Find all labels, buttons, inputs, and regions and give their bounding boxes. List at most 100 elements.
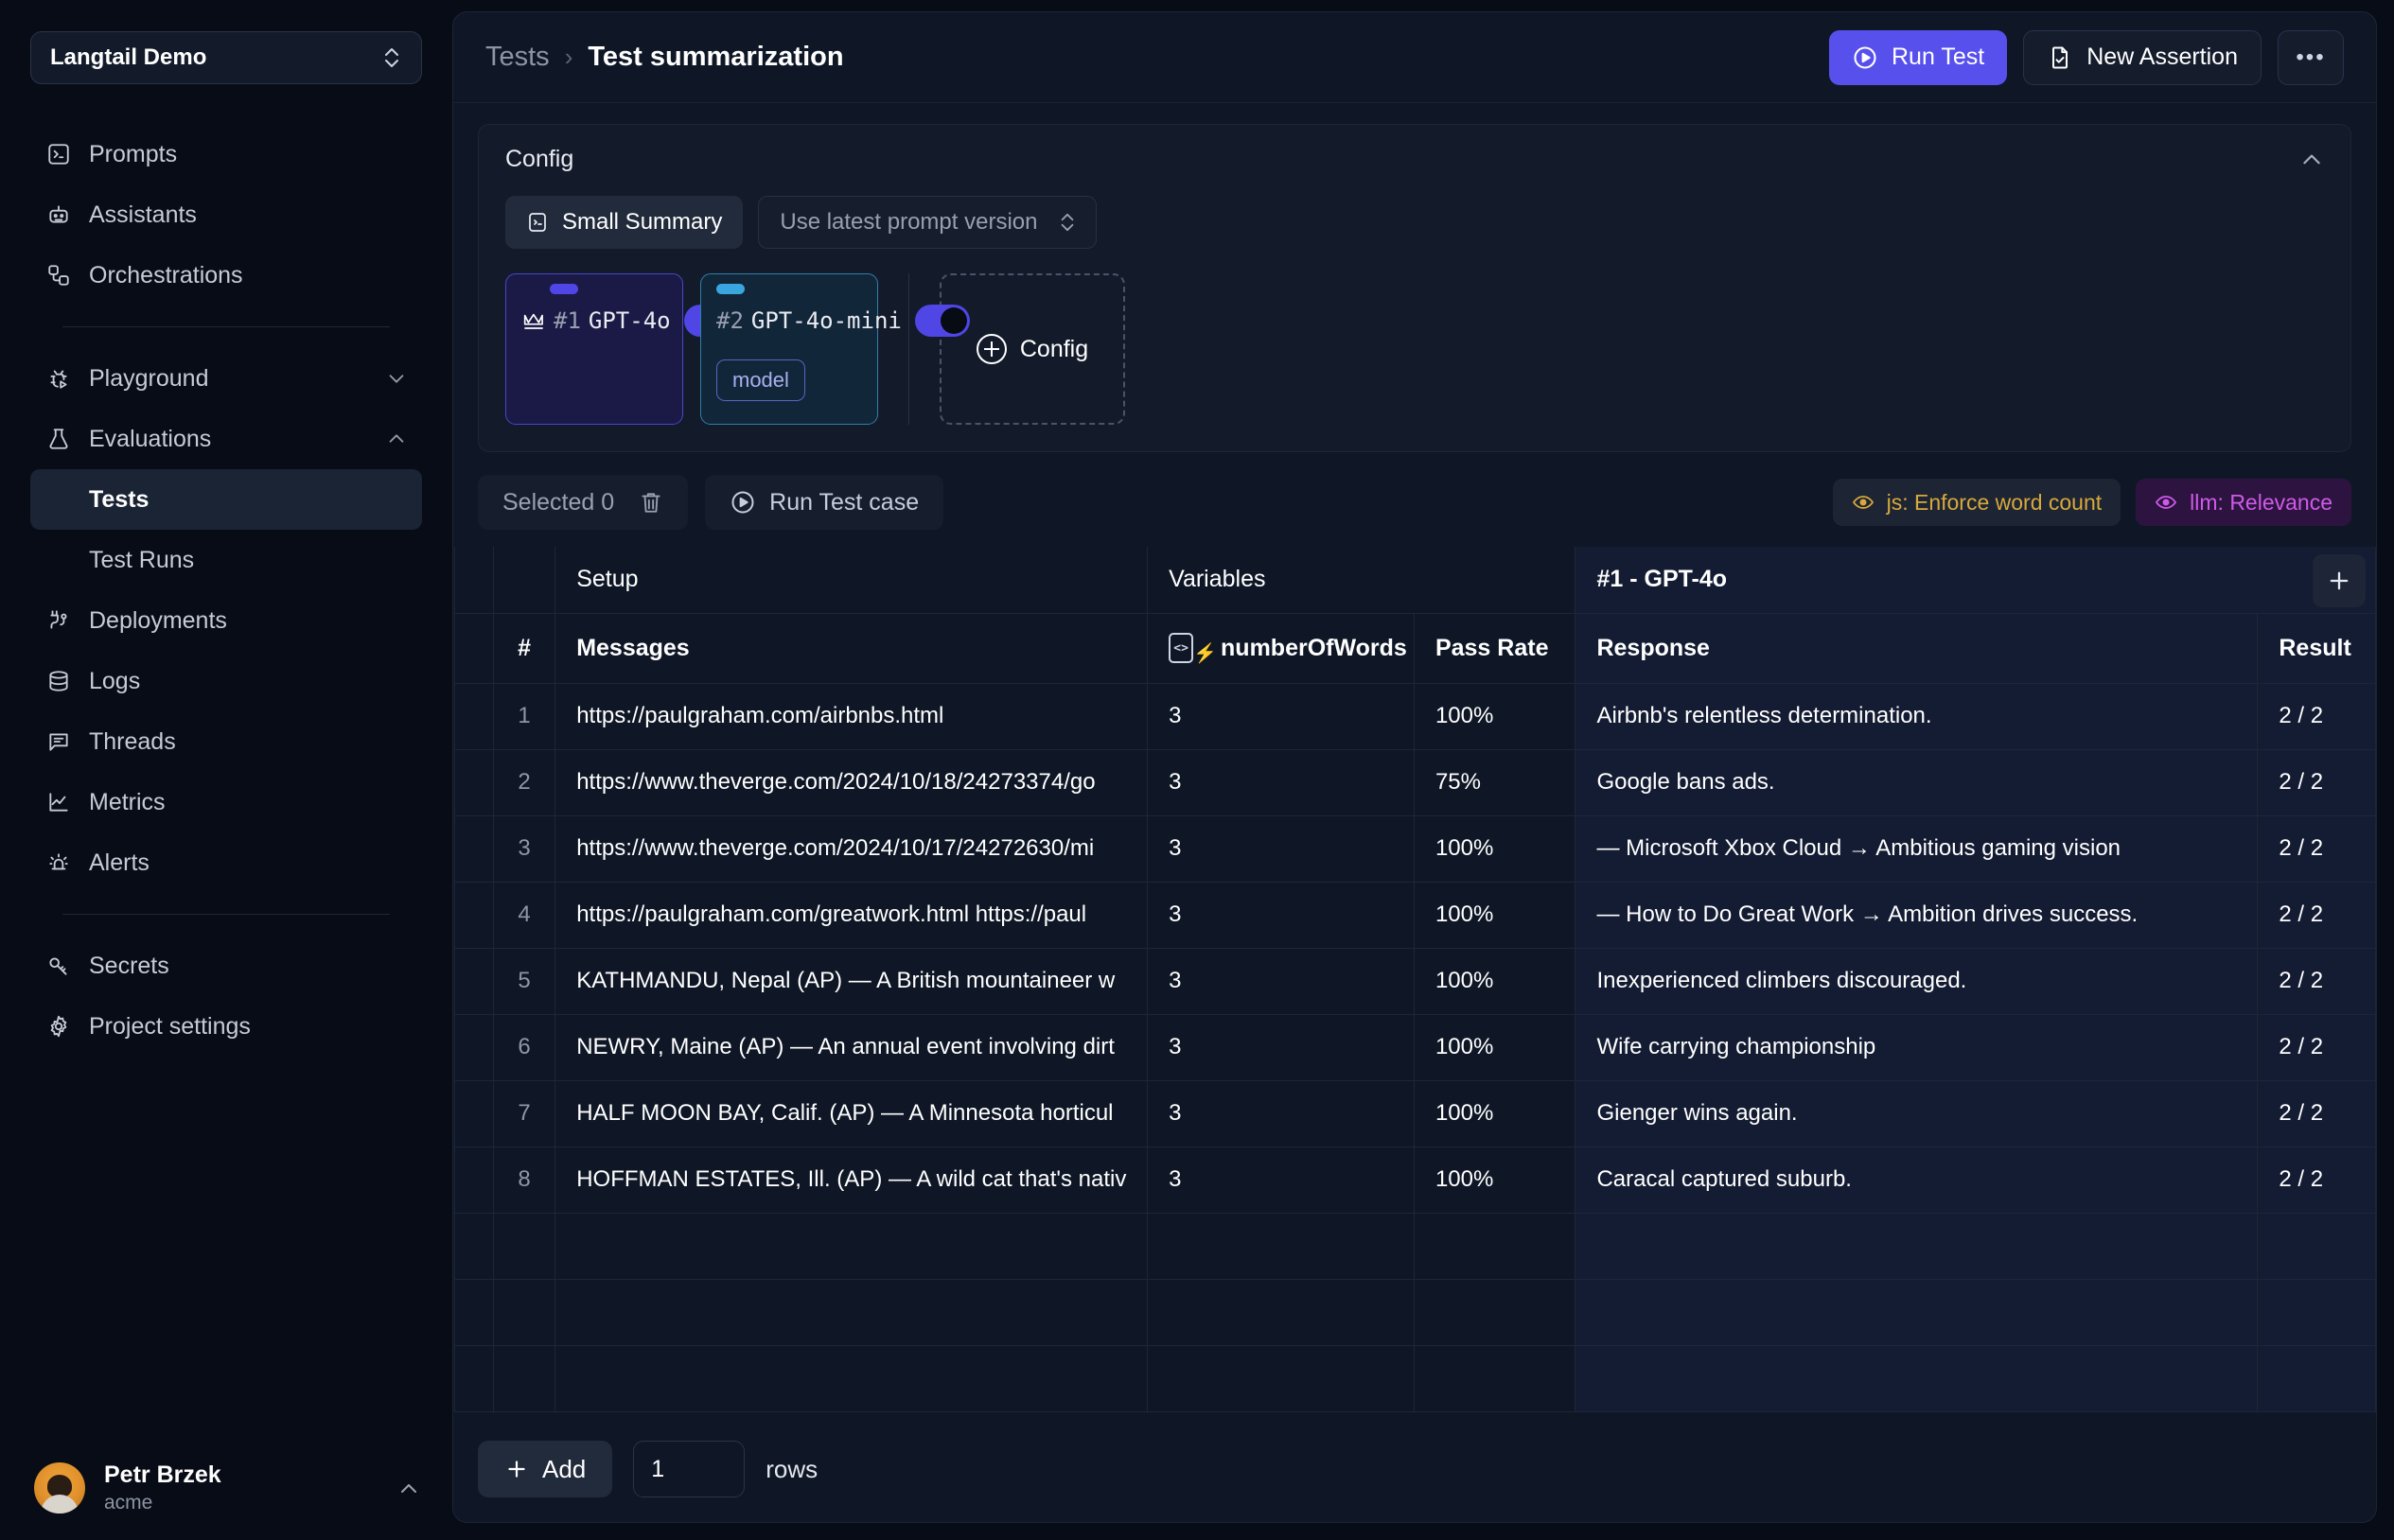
cell-messages[interactable] bbox=[555, 1279, 1148, 1345]
config-card-row: #2 GPT-4o-mini bbox=[716, 305, 862, 337]
add-rows-button[interactable]: Add bbox=[478, 1441, 612, 1497]
row-checkbox-cell[interactable] bbox=[455, 948, 494, 1014]
project-switcher[interactable]: Langtail Demo bbox=[30, 31, 422, 84]
sidebar-group-evaluations[interactable]: Evaluations bbox=[30, 409, 422, 469]
table-row[interactable]: 4 https://paulgraham.com/greatwork.html … bbox=[455, 882, 2376, 948]
cell-messages[interactable]: NEWRY, Maine (AP) — An annual event invo… bbox=[555, 1014, 1148, 1080]
add-config-button[interactable]: Config bbox=[940, 273, 1125, 425]
add-column-button[interactable] bbox=[2313, 554, 2366, 607]
assertion-badge-js[interactable]: js: Enforce word count bbox=[1833, 479, 2121, 526]
row-checkbox-cell[interactable] bbox=[455, 882, 494, 948]
cell-variable[interactable]: 3 bbox=[1148, 1014, 1415, 1080]
row-checkbox-cell[interactable] bbox=[455, 1146, 494, 1213]
row-checkbox-cell[interactable] bbox=[455, 749, 494, 815]
table-row-empty[interactable] bbox=[455, 1213, 2376, 1279]
sidebar-item-project-settings[interactable]: Project settings bbox=[30, 996, 422, 1057]
sidebar-item-assistants[interactable]: Assistants bbox=[30, 184, 422, 245]
table-row[interactable]: 7 HALF MOON BAY, Calif. (AP) — A Minneso… bbox=[455, 1080, 2376, 1146]
row-checkbox-cell[interactable] bbox=[455, 1080, 494, 1146]
assertion-badge-llm[interactable]: llm: Relevance bbox=[2136, 479, 2351, 526]
bug-play-icon bbox=[45, 365, 72, 392]
sidebar-group-playground[interactable]: Playground bbox=[30, 348, 422, 409]
table-row[interactable]: 2 https://www.theverge.com/2024/10/18/24… bbox=[455, 749, 2376, 815]
chevron-up-icon[interactable] bbox=[397, 1478, 418, 1498]
sidebar-item-orchestrations[interactable]: Orchestrations bbox=[30, 245, 422, 306]
cell-messages[interactable] bbox=[555, 1213, 1148, 1279]
sidebar-nav: Prompts Assistants Orchestrations bbox=[0, 124, 452, 1057]
cell-messages[interactable]: KATHMANDU, Nepal (AP) — A British mounta… bbox=[555, 948, 1148, 1014]
row-checkbox-cell[interactable] bbox=[455, 1279, 494, 1345]
config-enable-toggle[interactable] bbox=[915, 305, 970, 337]
sidebar-item-prompts[interactable]: Prompts bbox=[30, 124, 422, 184]
table-row[interactable]: 1 https://paulgraham.com/airbnbs.html 3 … bbox=[455, 683, 2376, 749]
cell-variable[interactable] bbox=[1148, 1213, 1415, 1279]
prompt-chip[interactable]: Small Summary bbox=[505, 196, 743, 249]
sidebar-item-threads[interactable]: Threads bbox=[30, 711, 422, 772]
cell-response[interactable] bbox=[1575, 1213, 2258, 1279]
cell-response[interactable] bbox=[1575, 1279, 2258, 1345]
table-row[interactable]: 6 NEWRY, Maine (AP) — An annual event in… bbox=[455, 1014, 2376, 1080]
cell-variable[interactable]: 3 bbox=[1148, 882, 1415, 948]
cell-response[interactable]: Gienger wins again. bbox=[1575, 1080, 2258, 1146]
run-test-case-button[interactable]: Run Test case bbox=[705, 475, 943, 530]
cell-messages[interactable]: https://paulgraham.com/airbnbs.html bbox=[555, 683, 1148, 749]
config-separator bbox=[908, 273, 909, 425]
prompt-version-select[interactable]: Use latest prompt version bbox=[758, 196, 1097, 249]
cell-variable[interactable]: 3 bbox=[1148, 815, 1415, 882]
config-card-row: #1 GPT-4o bbox=[521, 305, 667, 337]
test-cases-table: Setup Variables #1 - GPT-4o # Messages bbox=[453, 547, 2376, 1420]
cell-messages[interactable]: https://paulgraham.com/greatwork.html ht… bbox=[555, 882, 1148, 948]
cell-response[interactable]: Google bans ads. bbox=[1575, 749, 2258, 815]
sidebar-item-metrics[interactable]: Metrics bbox=[30, 772, 422, 832]
cell-variable[interactable]: 3 bbox=[1148, 1146, 1415, 1213]
sidebar-item-deployments[interactable]: Deployments bbox=[30, 590, 422, 651]
cell-messages[interactable]: https://www.theverge.com/2024/10/17/2427… bbox=[555, 815, 1148, 882]
config-card-1[interactable]: #1 GPT-4o bbox=[505, 273, 683, 425]
sidebar-item-tests[interactable]: Tests bbox=[30, 469, 422, 530]
sidebar-item-test-runs[interactable]: Test Runs bbox=[30, 530, 422, 590]
table-row[interactable]: 8 HOFFMAN ESTATES, Ill. (AP) — A wild ca… bbox=[455, 1146, 2376, 1213]
cell-variable[interactable] bbox=[1148, 1345, 1415, 1411]
table-row[interactable]: 3 https://www.theverge.com/2024/10/17/24… bbox=[455, 815, 2376, 882]
table-toolbar: Selected 0 Run Test case bbox=[453, 452, 2376, 547]
group-header-response: #1 - GPT-4o bbox=[1575, 547, 2376, 613]
config-card-2[interactable]: #2 GPT-4o-mini model bbox=[700, 273, 878, 425]
cell-response[interactable]: Airbnb's relentless determination. bbox=[1575, 683, 2258, 749]
row-checkbox-cell[interactable] bbox=[455, 683, 494, 749]
cell-variable[interactable]: 3 bbox=[1148, 948, 1415, 1014]
breadcrumb-parent[interactable]: Tests bbox=[485, 42, 550, 73]
cell-response[interactable]: — How to Do Great Work → Ambition drives… bbox=[1575, 882, 2258, 948]
row-checkbox-cell[interactable] bbox=[455, 815, 494, 882]
table-row[interactable]: 5 KATHMANDU, Nepal (AP) — A British moun… bbox=[455, 948, 2376, 1014]
cell-variable[interactable]: 3 bbox=[1148, 1080, 1415, 1146]
cell-messages[interactable] bbox=[555, 1345, 1148, 1411]
rows-count-input[interactable] bbox=[633, 1441, 745, 1497]
collapse-config-chevron-up-icon[interactable] bbox=[2299, 148, 2324, 172]
user-menu[interactable]: Petr Brzek acme bbox=[0, 1436, 452, 1540]
new-assertion-button[interactable]: New Assertion bbox=[2023, 30, 2262, 85]
select-all-cell[interactable] bbox=[455, 547, 494, 613]
sidebar-item-alerts[interactable]: Alerts bbox=[30, 832, 422, 893]
cell-response[interactable]: Inexperienced climbers discouraged. bbox=[1575, 948, 2258, 1014]
row-checkbox-cell[interactable] bbox=[455, 1014, 494, 1080]
cell-response[interactable]: Caracal captured suburb. bbox=[1575, 1146, 2258, 1213]
cell-response[interactable] bbox=[1575, 1345, 2258, 1411]
cell-variable[interactable]: 3 bbox=[1148, 683, 1415, 749]
cell-variable[interactable] bbox=[1148, 1279, 1415, 1345]
cell-response[interactable]: Wife carrying championship bbox=[1575, 1014, 2258, 1080]
table-row-empty[interactable] bbox=[455, 1345, 2376, 1411]
config-tag-model[interactable]: model bbox=[716, 359, 805, 401]
row-checkbox-cell[interactable] bbox=[455, 1213, 494, 1279]
sidebar-item-secrets[interactable]: Secrets bbox=[30, 936, 422, 996]
table-row-empty[interactable] bbox=[455, 1279, 2376, 1345]
cell-messages[interactable]: HOFFMAN ESTATES, Ill. (AP) — A wild cat … bbox=[555, 1146, 1148, 1213]
cell-messages[interactable]: HALF MOON BAY, Calif. (AP) — A Minnesota… bbox=[555, 1080, 1148, 1146]
cell-variable[interactable]: 3 bbox=[1148, 749, 1415, 815]
trash-icon[interactable] bbox=[639, 489, 663, 516]
cell-messages[interactable]: https://www.theverge.com/2024/10/18/2427… bbox=[555, 749, 1148, 815]
cell-response[interactable]: — Microsoft Xbox Cloud → Ambitious gamin… bbox=[1575, 815, 2258, 882]
sidebar-item-logs[interactable]: Logs bbox=[30, 651, 422, 711]
run-test-button[interactable]: Run Test bbox=[1829, 30, 2007, 85]
row-checkbox-cell[interactable] bbox=[455, 1345, 494, 1411]
more-options-button[interactable]: ••• bbox=[2278, 30, 2344, 85]
